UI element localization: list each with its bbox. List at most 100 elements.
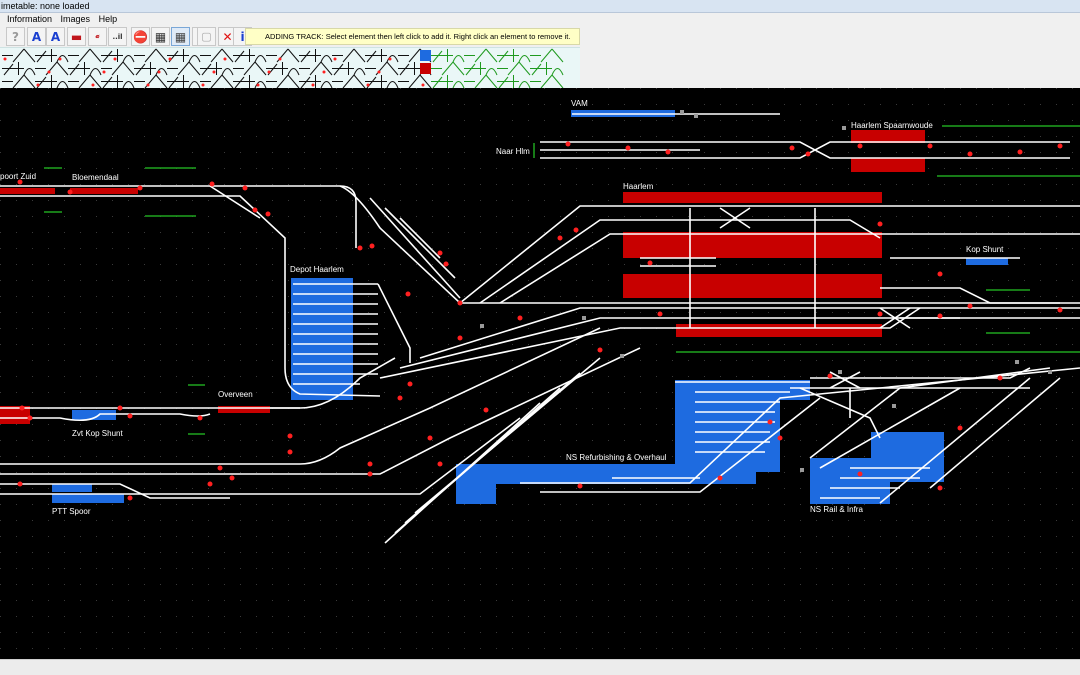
speed-tool-button[interactable]: ..il xyxy=(108,27,127,46)
palette-track-element[interactable] xyxy=(376,49,387,62)
palette-track-element[interactable] xyxy=(68,63,80,76)
palette-track-element[interactable] xyxy=(12,74,25,89)
palette-track-element[interactable] xyxy=(111,61,124,76)
palette-track-element[interactable] xyxy=(233,50,245,63)
station-tool-button[interactable]: ⛔ xyxy=(131,27,150,46)
help-tool-button[interactable]: ? xyxy=(6,27,25,46)
palette-track-element[interactable] xyxy=(167,50,179,63)
palette-track-element[interactable] xyxy=(365,50,377,63)
palette-track-element[interactable] xyxy=(518,61,531,76)
palette-track-element[interactable] xyxy=(530,63,542,76)
palette-track-element[interactable] xyxy=(276,74,289,89)
palette-track-element[interactable] xyxy=(243,61,256,76)
platform-tool-button[interactable]: ▬ xyxy=(67,27,86,46)
palette-track-element[interactable] xyxy=(221,48,234,63)
palette-track-element[interactable] xyxy=(551,68,564,76)
palette-track-element[interactable] xyxy=(89,48,102,63)
palette-track-element[interactable] xyxy=(540,48,553,63)
palette-track-element[interactable] xyxy=(398,63,410,76)
palette-track-element[interactable] xyxy=(210,74,223,89)
palette-track-element[interactable] xyxy=(23,48,36,63)
palette-track-element[interactable] xyxy=(408,74,421,89)
palette-track-element[interactable] xyxy=(23,74,36,89)
palette-track-element[interactable] xyxy=(277,62,288,75)
palette-track-element[interactable] xyxy=(89,74,102,89)
palette-track-element[interactable] xyxy=(353,48,366,63)
palette-platform-element[interactable] xyxy=(420,63,431,74)
palette-track-element[interactable] xyxy=(200,63,212,76)
palette-track-element[interactable] xyxy=(188,55,201,63)
palette-track-element[interactable] xyxy=(45,61,58,76)
palette-track-element[interactable] xyxy=(452,55,465,63)
palette-track-element[interactable] xyxy=(442,75,453,88)
palette-track-element[interactable] xyxy=(155,48,168,63)
palette-track-element[interactable] xyxy=(155,68,168,76)
palette-track-element[interactable] xyxy=(155,74,168,89)
palette-track-element[interactable] xyxy=(46,75,57,88)
palette-track-element[interactable] xyxy=(13,62,24,75)
palette-track-element[interactable] xyxy=(464,63,476,76)
save-tool-button[interactable]: ▢ xyxy=(197,27,216,46)
palette-track-element[interactable] xyxy=(56,61,69,76)
palette-track-element[interactable] xyxy=(221,74,234,89)
palette-track-element[interactable] xyxy=(485,48,498,63)
palette-grid[interactable] xyxy=(0,48,580,89)
palette-track-element[interactable] xyxy=(342,74,355,89)
palette-track-element[interactable] xyxy=(320,61,333,76)
palette-track-element[interactable] xyxy=(287,68,300,76)
palette-track-element[interactable] xyxy=(375,61,388,76)
palette-track-element[interactable] xyxy=(541,62,552,75)
palette-track-element[interactable] xyxy=(442,49,453,62)
palette-track-element[interactable] xyxy=(12,48,25,63)
railway-layout-canvas[interactable]: VAM Haarlem Spaarnwoude Naar Hlm poort Z… xyxy=(0,88,1080,659)
palette-track-element[interactable] xyxy=(221,68,234,76)
palette-track-element[interactable] xyxy=(474,74,487,89)
palette-track-element[interactable] xyxy=(210,48,223,63)
palette-track-element[interactable] xyxy=(112,75,123,88)
palette-track-element[interactable] xyxy=(386,55,399,63)
palette-track-element[interactable] xyxy=(2,55,13,61)
palette-track-element[interactable] xyxy=(79,62,90,75)
palette-track-element[interactable] xyxy=(144,48,157,63)
palette-track-element[interactable] xyxy=(56,55,69,63)
palette-track-element[interactable] xyxy=(299,76,311,89)
palette-track-element[interactable] xyxy=(551,48,564,63)
palette-track-element[interactable] xyxy=(276,48,289,63)
palette-track-element[interactable] xyxy=(452,61,465,76)
grid-tool-button[interactable]: ▦ xyxy=(171,27,190,46)
palette-track-element[interactable] xyxy=(178,75,189,88)
palette-track-element[interactable] xyxy=(508,75,519,88)
palette-track-element[interactable] xyxy=(178,49,189,62)
palette-track-element[interactable] xyxy=(101,76,113,89)
tunnel-tool-button[interactable]: ▦ xyxy=(151,27,170,46)
palette-track-element[interactable] xyxy=(376,75,387,88)
palette-track-element[interactable] xyxy=(386,61,399,76)
palette-track-element[interactable] xyxy=(89,68,102,76)
palette-track-element[interactable] xyxy=(320,55,333,63)
palette-track-element[interactable] xyxy=(35,50,47,63)
script-tool-button[interactable]: 𝒶 xyxy=(88,27,107,46)
palette-track-element[interactable] xyxy=(342,48,355,63)
palette-track-element[interactable] xyxy=(551,74,564,89)
palette-platform-element[interactable] xyxy=(420,50,431,61)
palette-track-element[interactable] xyxy=(244,75,255,88)
palette-track-element[interactable] xyxy=(254,55,267,63)
palette-track-element[interactable] xyxy=(485,68,498,76)
palette-track-element[interactable] xyxy=(518,55,531,63)
palette-track-element[interactable] xyxy=(540,74,553,89)
palette-track-element[interactable] xyxy=(101,50,113,63)
palette-track-element[interactable] xyxy=(309,61,322,76)
menu-information[interactable]: Information xyxy=(0,13,55,26)
palette-track-element[interactable] xyxy=(233,76,245,89)
palette-track-element[interactable] xyxy=(365,76,377,89)
menu-images[interactable]: Images xyxy=(58,13,94,26)
palette-track-element[interactable] xyxy=(287,48,300,63)
palette-track-element[interactable] xyxy=(101,68,112,74)
palette-track-element[interactable] xyxy=(485,74,498,89)
text-tool-button[interactable]: A xyxy=(27,27,46,46)
palette-track-element[interactable] xyxy=(310,49,321,62)
menu-help[interactable]: Help xyxy=(96,13,121,26)
palette-track-element[interactable] xyxy=(266,63,278,76)
palette-track-element[interactable] xyxy=(332,63,344,76)
palette-track-element[interactable] xyxy=(299,50,311,63)
